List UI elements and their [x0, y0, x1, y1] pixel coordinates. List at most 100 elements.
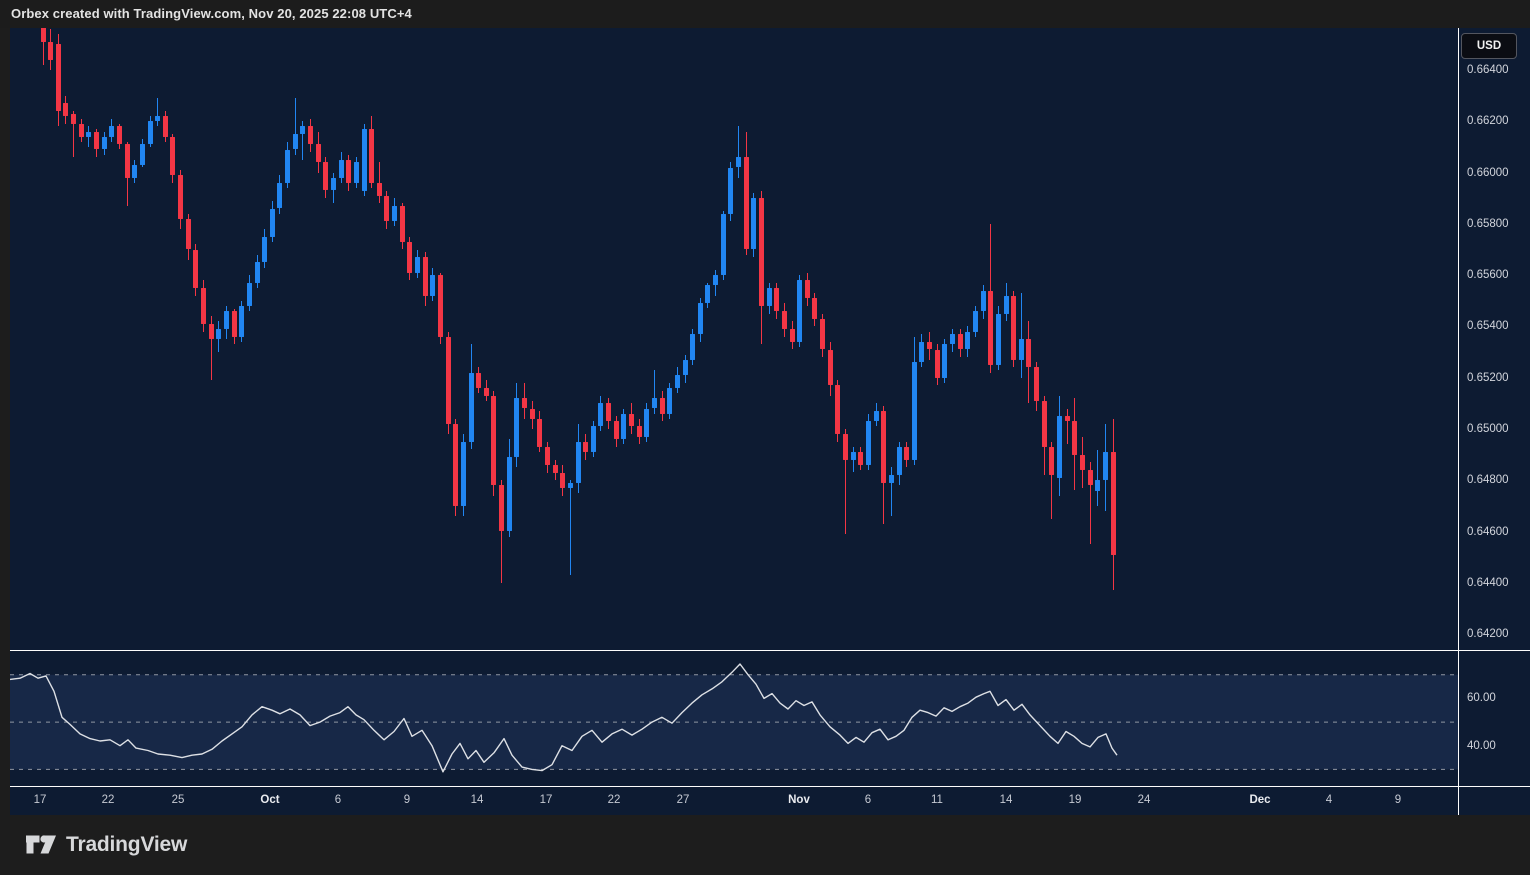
candle-down [805, 280, 810, 298]
candle-down [41, 28, 46, 42]
candle-down [125, 144, 130, 177]
candle-down [759, 198, 764, 306]
candle-up [415, 257, 420, 272]
candle-up [866, 421, 871, 465]
time-axis[interactable]: 172225Oct6914172227Nov611141924Dec49 [10, 787, 1458, 815]
candle-down [484, 388, 489, 396]
time-axis-label: 22 [86, 793, 130, 807]
candle-down [782, 311, 787, 329]
candle-up [362, 129, 367, 191]
time-axis-label: 6 [316, 793, 360, 807]
rsi-plot [10, 651, 1458, 786]
candle-down [1042, 401, 1047, 447]
candle-down [94, 132, 99, 150]
candle-up [469, 373, 474, 442]
time-axis-label: 17 [524, 793, 568, 807]
candle-up [591, 426, 596, 452]
candle-down [881, 411, 886, 483]
candle-down [1026, 339, 1031, 367]
candle-down [606, 403, 611, 421]
candle-down [186, 219, 191, 250]
price-axis[interactable]: USD 0.664000.662000.660000.658000.656000… [1458, 28, 1530, 815]
candle-down [927, 342, 932, 350]
chart-attribution-title: Orbex created with TradingView.com, Nov … [11, 6, 412, 21]
candle-up [140, 144, 145, 165]
candle-down [858, 452, 863, 465]
candle-down [790, 329, 795, 342]
candle-up [507, 457, 512, 531]
candle-up [132, 165, 137, 178]
candle-down [935, 350, 940, 378]
candle-up [950, 334, 955, 344]
candle-up [897, 447, 902, 475]
price-axis-label: 0.65000 [1467, 422, 1509, 436]
price-axis-label: 0.65400 [1467, 319, 1509, 333]
time-axis-label: 17 [18, 793, 62, 807]
candle-up [919, 342, 924, 363]
candle-up [247, 283, 252, 306]
candle-up [262, 237, 267, 263]
candle-down [48, 42, 53, 60]
candle-down [400, 206, 405, 242]
time-axis-label: 24 [1122, 793, 1166, 807]
candle-up [675, 375, 680, 388]
tradingview-chart-window: Orbex created with TradingView.com, Nov … [0, 0, 1530, 875]
candle-down [744, 157, 749, 249]
candle-up [1019, 339, 1024, 360]
candle-wick [1021, 293, 1022, 378]
candle-down [384, 196, 389, 222]
candle-up [705, 285, 710, 303]
candle-down [79, 124, 84, 137]
candle-down [835, 385, 840, 434]
candle-up [598, 403, 603, 426]
candle-up [239, 306, 244, 337]
time-axis-label: Oct [248, 793, 292, 807]
candle-up [102, 137, 107, 150]
pane-separator[interactable] [10, 650, 1530, 651]
candle-down [323, 162, 328, 190]
candle-up [728, 168, 733, 214]
candle-up [912, 362, 917, 459]
tradingview-brand-link[interactable]: TradingView [25, 832, 187, 857]
candle-up [293, 134, 298, 149]
rsi-pane[interactable] [10, 651, 1458, 786]
price-pane[interactable] [10, 28, 1458, 651]
time-axis-label: 25 [156, 793, 200, 807]
candle-up [270, 209, 275, 237]
time-axis-label: 11 [915, 793, 959, 807]
candle-up [973, 311, 978, 332]
candle-down [438, 275, 443, 337]
candle-up [300, 126, 305, 134]
candle-down [491, 396, 496, 486]
candle-up [339, 160, 344, 178]
candle-up [109, 126, 114, 136]
candle-down [583, 442, 588, 452]
candle-down [308, 126, 313, 144]
candle-down [774, 288, 779, 311]
candle-down [232, 311, 237, 337]
time-axis-label: 19 [1053, 793, 1097, 807]
candle-down [637, 426, 642, 436]
time-axis-label: 9 [1376, 793, 1420, 807]
candle-down [1034, 367, 1039, 400]
candle-down [446, 337, 451, 424]
candle-down [377, 183, 382, 196]
candle-up [889, 475, 894, 483]
candle-up [1103, 452, 1108, 480]
candle-up [698, 303, 703, 334]
candle-up [797, 280, 802, 342]
tradingview-logo-icon [25, 832, 57, 857]
price-axis-label: 0.65800 [1467, 217, 1509, 231]
candle-down [346, 160, 351, 183]
currency-toggle-button[interactable]: USD [1461, 33, 1517, 59]
candle-up [277, 183, 282, 209]
time-axis-label: 22 [592, 793, 636, 807]
candle-up [354, 162, 359, 183]
candle-up [1095, 480, 1100, 490]
time-axis-label: 14 [455, 793, 499, 807]
candle-down [407, 242, 412, 273]
candle-up [667, 388, 672, 414]
candle-up [690, 334, 695, 360]
price-axis-label: 0.66400 [1467, 63, 1509, 77]
candle-down [56, 44, 61, 111]
